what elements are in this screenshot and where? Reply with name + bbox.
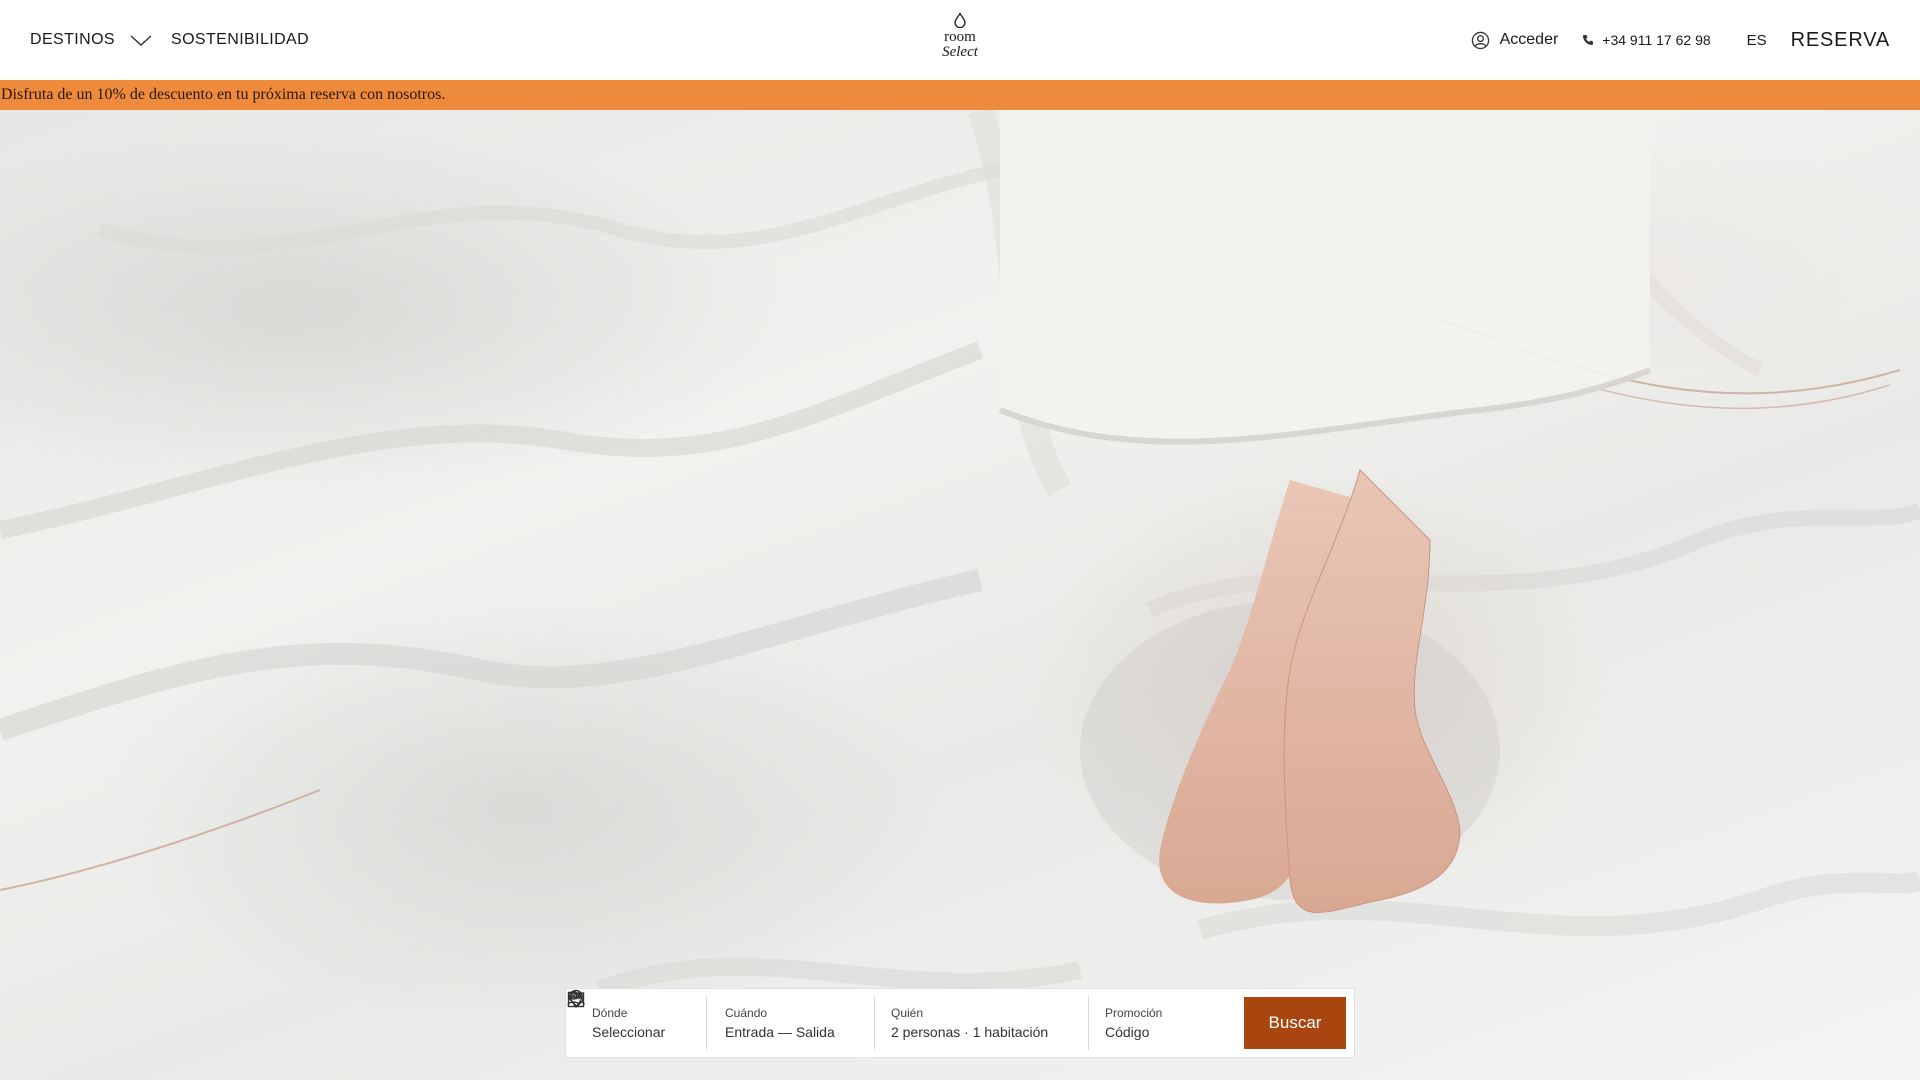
nav-sostenibilidad[interactable]: SOSTENIBILIDAD [171,31,309,49]
search-button[interactable]: Buscar [1244,997,1346,1049]
search-when-value: Entrada — Salida [725,1024,835,1040]
search-who-label: Quién [891,1006,924,1020]
chevron-down-icon [130,35,152,46]
logo-text-select: Select [942,44,978,60]
phone-icon [1583,35,1594,45]
bed-sheets-illustration [0,110,1920,999]
search-where-text: Dónde Seleccionar [592,1006,665,1040]
logo-text-room: room [944,29,976,45]
search-who-value: 2 personas · 1 habitación [891,1024,1049,1040]
promo-text: Disfruta de un 10% de descuento en tu pr… [1,86,446,103]
search-promo-text: Promoción Código [1105,1006,1162,1040]
header-actions: Acceder +34 911 17 62 98 ES RESERVA [1471,0,1890,80]
search-when-text: Cuándo Entrada — Salida [725,1006,835,1040]
hero-image: Dónde Seleccionar Cuándo Entrada — Salid… [0,110,1920,1080]
search-who[interactable]: Quién 2 personas · 1 habitación [567,992,1089,1050]
user-circle-icon [1471,31,1489,49]
nav-destinos[interactable]: DESTINOS [30,31,153,49]
language-selector[interactable]: ES [1747,32,1767,49]
search-where[interactable]: Dónde Seleccionar [566,989,707,1050]
search-when-label: Cuándo [725,1006,768,1020]
phone-link[interactable]: +34 911 17 62 98 [1582,32,1711,48]
reserva-button[interactable]: RESERVA [1791,29,1890,52]
tag-icon [567,991,585,1008]
search-promo[interactable]: Promoción Código [567,991,1241,1050]
login-link[interactable]: Acceder [1471,31,1559,50]
phone-number: +34 911 17 62 98 [1602,32,1711,48]
search-who-text: Quién 2 personas · 1 habitación [891,1006,1048,1040]
drop-icon [954,12,966,28]
login-label: Acceder [1499,31,1559,48]
room-select-logo[interactable]: room Select [930,12,990,70]
nav-destinos-label: DESTINOS [30,31,115,48]
main-nav: DESTINOS SOSTENIBILIDAD [30,0,309,80]
site-header: DESTINOS SOSTENIBILIDAD room Select Acce… [0,0,1920,80]
search-promo-value: Código [1105,1024,1150,1040]
booking-search-bar: Dónde Seleccionar Cuándo Entrada — Salid… [565,988,1355,1058]
nav-sostenibilidad-label: SOSTENIBILIDAD [171,31,310,48]
search-when[interactable]: Cuándo Entrada — Salida [567,991,875,1050]
search-where-label: Dónde [592,1006,628,1020]
search-promo-label: Promoción [1105,1006,1163,1020]
search-where-value: Seleccionar [592,1024,666,1040]
promo-banner[interactable]: Disfruta de un 10% de descuento en tu pr… [0,80,1920,110]
